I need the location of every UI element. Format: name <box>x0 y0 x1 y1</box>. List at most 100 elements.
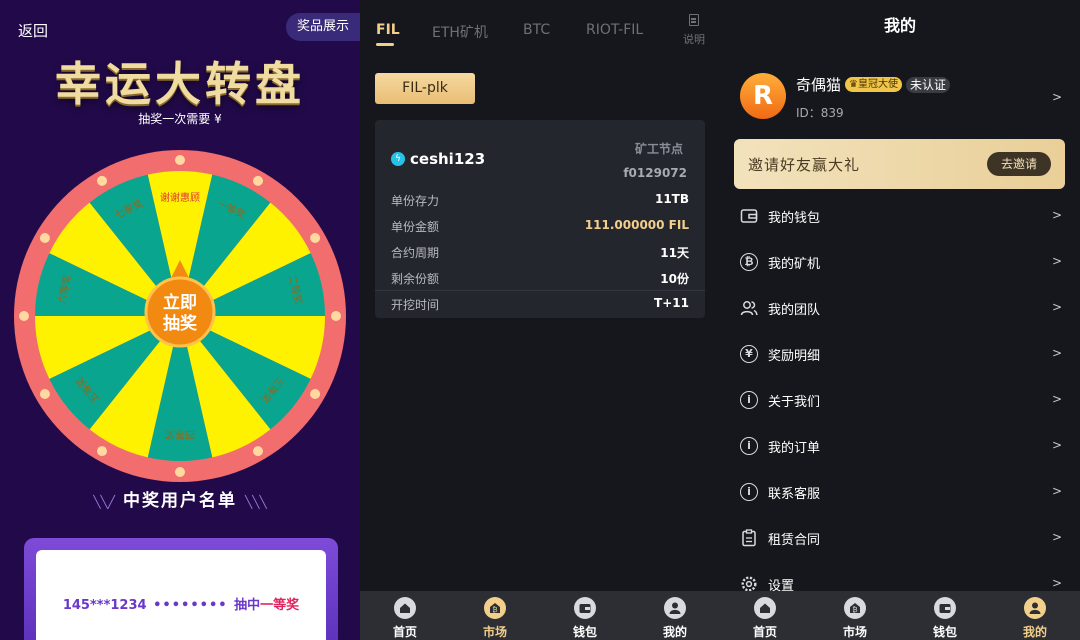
spin-button-line2: 抽奖 <box>163 313 198 334</box>
nav-home[interactable]: 首页 <box>720 591 810 640</box>
menu-label: 联系客服 <box>768 487 821 502</box>
market-bottom-nav: 首页 ₿ 市场 钱包 我的 <box>360 591 720 640</box>
nav-label: 市场 <box>842 625 867 639</box>
chevron-right-icon: > <box>1051 346 1062 360</box>
nav-market[interactable]: ₿ 市场 <box>810 591 900 640</box>
winner-text: 抽中 <box>234 598 261 613</box>
wheel-light <box>97 446 107 457</box>
reward-icon: ¥ <box>740 345 758 363</box>
menu-item-orders[interactable]: i 我的订单 > <box>740 431 1062 461</box>
wheel-light <box>253 175 263 186</box>
user-id: ID：839 <box>796 106 844 120</box>
avatar: R <box>740 73 786 119</box>
user-icon <box>664 597 686 619</box>
svg-text:₿: ₿ <box>492 606 497 614</box>
row-key: 单份金额 <box>391 220 440 234</box>
invite-button[interactable]: 去邀请 <box>987 152 1051 176</box>
lottery-subtitle: 抽奖一次需要 ¥ <box>138 112 222 126</box>
help-label: 说明 <box>683 33 705 46</box>
help-button[interactable]: 说明 <box>680 14 708 47</box>
lottery-title: 幸运大转盘 <box>55 57 305 111</box>
wheel-light <box>175 467 185 477</box>
menu-label: 我的钱包 <box>768 211 821 226</box>
mine-panel: 我的 R 奇偶猫 ♛皇冠大使 未认证 ID：839 > 邀请好友赢大礼 去邀请 … <box>720 0 1080 640</box>
row-key: 合约周期 <box>391 246 440 260</box>
market-icon: ₿ <box>484 597 506 619</box>
product-card[interactable]: ϟ ceshi123 矿工节点 f0129072 单份存力 11TB 单份金额 … <box>375 120 705 318</box>
nav-wallet[interactable]: 钱包 <box>540 591 630 640</box>
nav-label: 我的 <box>662 625 687 639</box>
decor-left-icon: ╲╲╱ <box>93 495 115 509</box>
menu-item-about[interactable]: i 关于我们 > <box>740 385 1062 415</box>
chevron-right-icon: > <box>1051 208 1062 222</box>
info-icon: i <box>740 391 758 409</box>
menu-label: 奖励明细 <box>768 349 821 364</box>
wheel-light <box>331 311 341 321</box>
chevron-right-icon: > <box>1051 90 1062 104</box>
product-name-row: ϟ ceshi123 <box>391 150 485 168</box>
nav-mine[interactable]: 我的 <box>990 591 1080 640</box>
document-icon <box>689 14 699 26</box>
winners-title: ╲╲╱ 中奖用户名单 ╲╲╲ <box>0 486 360 511</box>
menu-item-wallet[interactable]: 我的钱包 > <box>740 201 1062 231</box>
winner-prize: 一等奖 <box>260 598 300 613</box>
nav-label: 钱包 <box>572 625 597 639</box>
bolt-icon: ϟ <box>391 152 405 166</box>
wheel-light <box>253 446 263 457</box>
nav-mine[interactable]: 我的 <box>630 591 720 640</box>
invite-banner[interactable]: 邀请好友赢大礼 去邀请 <box>734 139 1065 189</box>
menu-item-miner[interactable]: ₿ 我的矿机 > <box>740 247 1062 277</box>
tab-eth[interactable]: ETH矿机 <box>432 22 488 42</box>
chevron-right-icon: > <box>1051 484 1062 498</box>
nav-market[interactable]: ₿ 市场 <box>450 591 540 640</box>
market-icon: ₿ <box>844 597 866 619</box>
vip-badge: ♛皇冠大使 <box>845 77 902 92</box>
chevron-right-icon: > <box>1051 300 1062 314</box>
username: 奇偶猫 <box>796 76 842 94</box>
tab-fil[interactable]: FIL <box>376 22 400 38</box>
row-value: 11天 <box>660 246 689 260</box>
tab-btc[interactable]: BTC <box>523 22 550 38</box>
row-key: 开挖时间 <box>391 298 440 312</box>
mine-bottom-nav: 首页 ₿ 市场 钱包 我的 <box>720 591 1080 640</box>
prize-show-button[interactable]: 奖品展示 <box>286 13 360 41</box>
row-value: 111.000000 FIL <box>584 218 689 232</box>
nav-wallet[interactable]: 钱包 <box>900 591 990 640</box>
row-value: 10份 <box>660 272 689 286</box>
market-tabs: FIL ETH矿机 BTC RIOT-FIL 说明 <box>360 0 720 60</box>
row-key: 剩余份额 <box>391 272 440 286</box>
menu-item-contract[interactable]: 租赁合同 > <box>740 523 1062 553</box>
market-panel: FIL ETH矿机 BTC RIOT-FIL 说明 FIL-plk ϟ cesh… <box>360 0 720 640</box>
lottery-panel: 返回 奖品展示 幸运大转盘 抽奖一次需要 ¥ 谢谢惠顾 一等奖 二等奖 三等奖 四等奖五… <box>0 0 360 640</box>
menu-label: 我的订单 <box>768 441 821 456</box>
chevron-right-icon: > <box>1051 392 1062 406</box>
node-id: f0129072 <box>623 166 687 180</box>
wheel-light <box>39 389 50 399</box>
svg-text:₿: ₿ <box>852 606 857 614</box>
wheel-segment-label: 谢谢惠顾 <box>160 191 200 204</box>
nav-label: 首页 <box>392 625 417 639</box>
chevron-right-icon: > <box>1051 530 1062 544</box>
lucky-wheel[interactable]: 谢谢惠顾一等奖二等奖三等奖四等奖五等奖六等奖七等奖 立即 抽奖 <box>14 150 346 482</box>
menu-item-reward[interactable]: ¥ 奖励明细 > <box>740 339 1062 369</box>
username-row: 奇偶猫 ♛皇冠大使 未认证 <box>796 74 950 95</box>
menu-item-team[interactable]: 我的团队 > <box>740 293 1062 323</box>
service-icon: i <box>740 483 758 501</box>
user-icon <box>1024 597 1046 619</box>
card-divider <box>375 290 705 291</box>
team-icon <box>740 301 758 316</box>
nav-home[interactable]: 首页 <box>360 591 450 640</box>
winner-dots: •••••••• <box>153 598 228 613</box>
decor-right-icon: ╲╲╲ <box>245 495 267 509</box>
back-button[interactable]: 返回 <box>18 20 48 41</box>
wheel-light <box>310 233 321 243</box>
home-icon <box>754 597 776 619</box>
wallet-icon <box>574 597 596 619</box>
winners-title-text: 中奖用户名单 <box>123 491 237 511</box>
tab-riot-fil[interactable]: RIOT-FIL <box>586 22 643 38</box>
nav-label: 钱包 <box>932 625 957 639</box>
chevron-right-icon: > <box>1051 438 1062 452</box>
row-value: T+11 <box>654 296 689 310</box>
subtab-fil-plk[interactable]: FIL-plk <box>375 73 475 104</box>
menu-item-service[interactable]: i 联系客服 > <box>740 477 1062 507</box>
